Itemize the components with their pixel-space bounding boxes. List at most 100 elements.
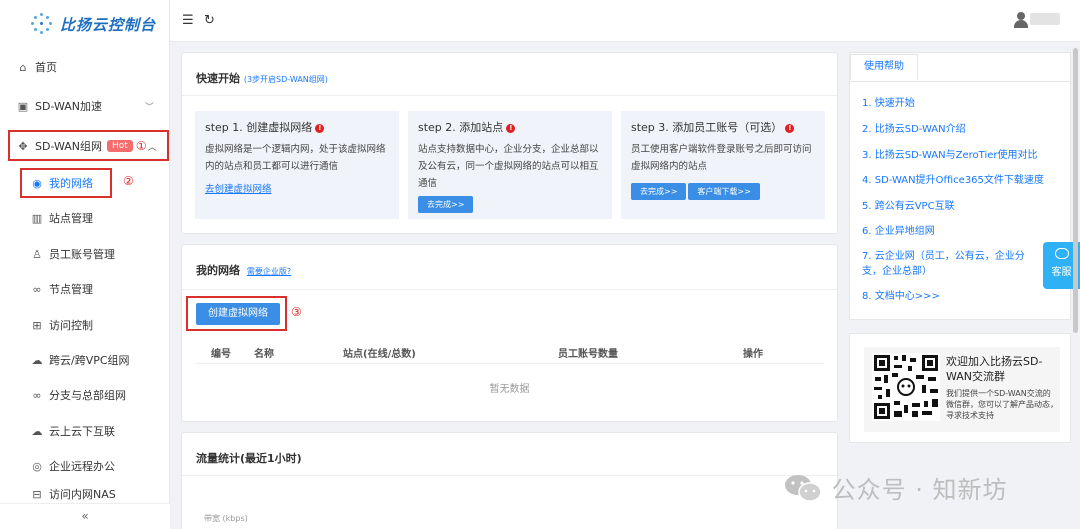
column-header: 名称 bbox=[254, 349, 274, 360]
help-link[interactable]: 1. 快速开始 bbox=[862, 96, 1052, 111]
alert-icon: ! bbox=[785, 123, 795, 133]
home-icon: ⌂ bbox=[19, 60, 27, 74]
alert-icon: ! bbox=[315, 123, 325, 133]
user-name-blurred[interactable] bbox=[1030, 13, 1060, 25]
user-avatar-icon[interactable] bbox=[1014, 12, 1028, 28]
cloud-icon: ☁ bbox=[31, 353, 43, 367]
create-network-link[interactable]: 去创建虚拟网络 bbox=[205, 184, 272, 195]
sidebar-item-access-control[interactable]: ⊞ 访问控制 bbox=[0, 307, 170, 343]
link-icon: ∞ bbox=[32, 282, 42, 296]
my-network-title-text: 我的网络 bbox=[196, 264, 240, 277]
divider bbox=[182, 475, 837, 476]
traffic-title: 流量统计(最近1小时) bbox=[196, 452, 302, 465]
sidebar-item-cloud-interconnect[interactable]: ☁ 云上云下互联 bbox=[0, 413, 170, 449]
sidebar-item-label: 站点管理 bbox=[49, 212, 93, 225]
step-title: step 1. 创建虚拟网络! bbox=[205, 119, 389, 135]
table-divider bbox=[196, 363, 824, 364]
quickstart-title-text: 快速开始 bbox=[196, 72, 240, 85]
highlight-box bbox=[8, 130, 169, 161]
quickstart-subtitle: (3步开启SD-WAN组网) bbox=[243, 75, 328, 84]
step-title: step 3. 添加员工账号（可选）! bbox=[631, 119, 815, 135]
sidebar-item-sites[interactable]: ▥ 站点管理 bbox=[0, 200, 170, 236]
wechat-desc: 我们提供一个SD-WAN交流的微信群，您可以了解产品动态，寻求技术支持 bbox=[946, 389, 1058, 420]
step-description: 虚拟网络是一个逻辑内网，处于该虚拟网络内的站点和员工都可以进行通信 bbox=[205, 144, 386, 172]
column-header: 编号 bbox=[211, 349, 231, 360]
step3-go-button[interactable]: 去完成>> bbox=[631, 183, 687, 200]
column-header: 员工账号数量 bbox=[558, 349, 618, 360]
sidebar-item-sdwan-accel[interactable]: ▣ SD-WAN加速 ﹀ bbox=[0, 88, 170, 124]
menu-toggle-icon[interactable]: ☰ bbox=[182, 13, 194, 28]
step-title: step 2. 添加站点! bbox=[418, 119, 602, 135]
step2-go-button[interactable]: 去完成>> bbox=[418, 196, 474, 213]
person-circle-icon: ◎ bbox=[32, 459, 42, 473]
step-title-text: step 2. 添加站点 bbox=[418, 121, 504, 134]
user-icon: ♙ bbox=[32, 247, 42, 261]
customer-service-label: 客服 bbox=[1051, 267, 1072, 278]
logo[interactable]: 比扬云控制台 bbox=[0, 0, 169, 48]
sidebar-item-label: 企业远程办公 bbox=[49, 460, 115, 473]
step-title-text: step 3. 添加员工账号（可选） bbox=[631, 121, 783, 134]
sidebar-item-branch-hq[interactable]: ∞ 分支与总部组网 bbox=[0, 377, 170, 413]
highlight-box bbox=[20, 168, 112, 198]
quickstart-card: 快速开始 (3步开启SD-WAN组网) step 1. 创建虚拟网络! 虚拟网络… bbox=[181, 52, 838, 234]
sidebar-item-label: 云上云下互联 bbox=[49, 425, 115, 438]
step-card-3: step 3. 添加员工账号（可选）! 员工使用客户端软件登录账号之后即可访问虚… bbox=[621, 111, 825, 219]
sidebar-item-label: 分支与总部组网 bbox=[49, 389, 126, 402]
step-card-2: step 2. 添加站点! 站点支持数据中心，企业分支，企业总部以及公有云，同一… bbox=[408, 111, 612, 219]
sidebar-item-label: 访问内网NAS bbox=[49, 488, 116, 501]
step-description: 员工使用客户端软件登录账号之后即可访问虚拟网络内的站点 bbox=[631, 144, 812, 172]
client-download-button[interactable]: 客户端下载>> bbox=[688, 183, 760, 200]
sidebar-item-staff[interactable]: ♙ 员工账号管理 bbox=[0, 236, 170, 272]
sidebar-item-nodes[interactable]: ∞ 节点管理 bbox=[0, 271, 170, 307]
watermark-text: 公众号 · 知新坊 bbox=[831, 476, 1008, 504]
collapse-sidebar-button[interactable]: « bbox=[0, 503, 170, 529]
sidebar-item-label: 员工账号管理 bbox=[49, 248, 115, 261]
sidebar-item-cross-cloud[interactable]: ☁ 跨云/跨VPC组网 bbox=[0, 342, 170, 378]
sidebar-item-label: 跨云/跨VPC组网 bbox=[49, 354, 130, 367]
alert-icon: ! bbox=[506, 123, 516, 133]
refresh-icon[interactable]: ↻ bbox=[204, 13, 215, 28]
my-network-title: 我的网络 需要企业版? bbox=[196, 262, 291, 278]
step-title-text: step 1. 创建虚拟网络 bbox=[205, 121, 313, 134]
chart-axis-label: 带宽 (kbps) bbox=[204, 514, 248, 523]
step-card-1: step 1. 创建虚拟网络! 虚拟网络是一个逻辑内网，处于该虚拟网络内的站点和… bbox=[195, 111, 399, 219]
divider bbox=[182, 289, 837, 290]
sidebar-item-label: SD-WAN加速 bbox=[35, 100, 103, 113]
sidebar: 比扬云控制台 ⌂ 首页 ▣ SD-WAN加速 ﹀ ✥ SD-WAN组网 Hot … bbox=[0, 0, 170, 529]
highlight-box bbox=[186, 296, 287, 331]
help-link[interactable]: 2. 比扬云SD-WAN介绍 bbox=[862, 122, 1052, 137]
help-link[interactable]: 7. 云企业网（员工，公有云，企业分支，企业总部） bbox=[862, 249, 1044, 279]
sidebar-item-home[interactable]: ⌂ 首页 bbox=[0, 49, 170, 85]
sidebar-item-nas[interactable]: ⊟ 访问内网NAS bbox=[0, 484, 170, 504]
help-link[interactable]: 3. 比扬云SD-WAN与ZeroTier使用对比 bbox=[862, 148, 1052, 163]
chat-bubble-icon bbox=[1054, 248, 1069, 259]
chip-icon: ▣ bbox=[17, 99, 29, 113]
empty-text: 暂无数据 bbox=[489, 384, 530, 395]
sidebar-item-label: 首页 bbox=[35, 61, 57, 74]
tab-help[interactable]: 使用帮助 bbox=[850, 54, 918, 80]
nas-icon: ⊟ bbox=[32, 487, 42, 501]
access-control-icon: ⊞ bbox=[32, 318, 42, 332]
divider bbox=[182, 95, 837, 96]
divider bbox=[850, 81, 1070, 82]
annotation-marker: ② bbox=[123, 174, 134, 188]
sidebar-item-label: 节点管理 bbox=[49, 283, 93, 296]
step-description: 站点支持数据中心，企业分支，企业总部以及公有云，同一个虚拟网络的站点可以相互通信 bbox=[418, 144, 599, 189]
annotation-marker: ③ bbox=[291, 305, 302, 319]
help-link[interactable]: 4. SD-WAN提升Office365文件下载速度 bbox=[862, 173, 1052, 188]
enterprise-link[interactable]: 需要企业版? bbox=[247, 267, 291, 276]
chevron-down-icon: ﹀ bbox=[144, 102, 154, 113]
sidebar-item-label: 访问控制 bbox=[49, 319, 93, 332]
help-link[interactable]: 8. 文档中心>>> bbox=[862, 289, 1052, 304]
scrollbar[interactable] bbox=[1073, 48, 1078, 333]
help-link[interactable]: 6. 企业异地组网 bbox=[862, 224, 1052, 239]
sidebar-item-remote-office[interactable]: ◎ 企业远程办公 bbox=[0, 448, 170, 484]
wechat-title: 欢迎加入比扬云SD-WAN交流群 bbox=[946, 355, 1043, 383]
cloud-icon: ☁ bbox=[31, 424, 43, 438]
logo-icon bbox=[30, 13, 52, 35]
help-link[interactable]: 5. 跨公有云VPC互联 bbox=[862, 199, 1052, 214]
logo-text: 比扬云控制台 bbox=[60, 15, 157, 34]
building-icon: ▥ bbox=[31, 211, 43, 225]
top-header: ☰ ↻ bbox=[170, 0, 1080, 42]
link-icon: ∞ bbox=[32, 388, 42, 402]
